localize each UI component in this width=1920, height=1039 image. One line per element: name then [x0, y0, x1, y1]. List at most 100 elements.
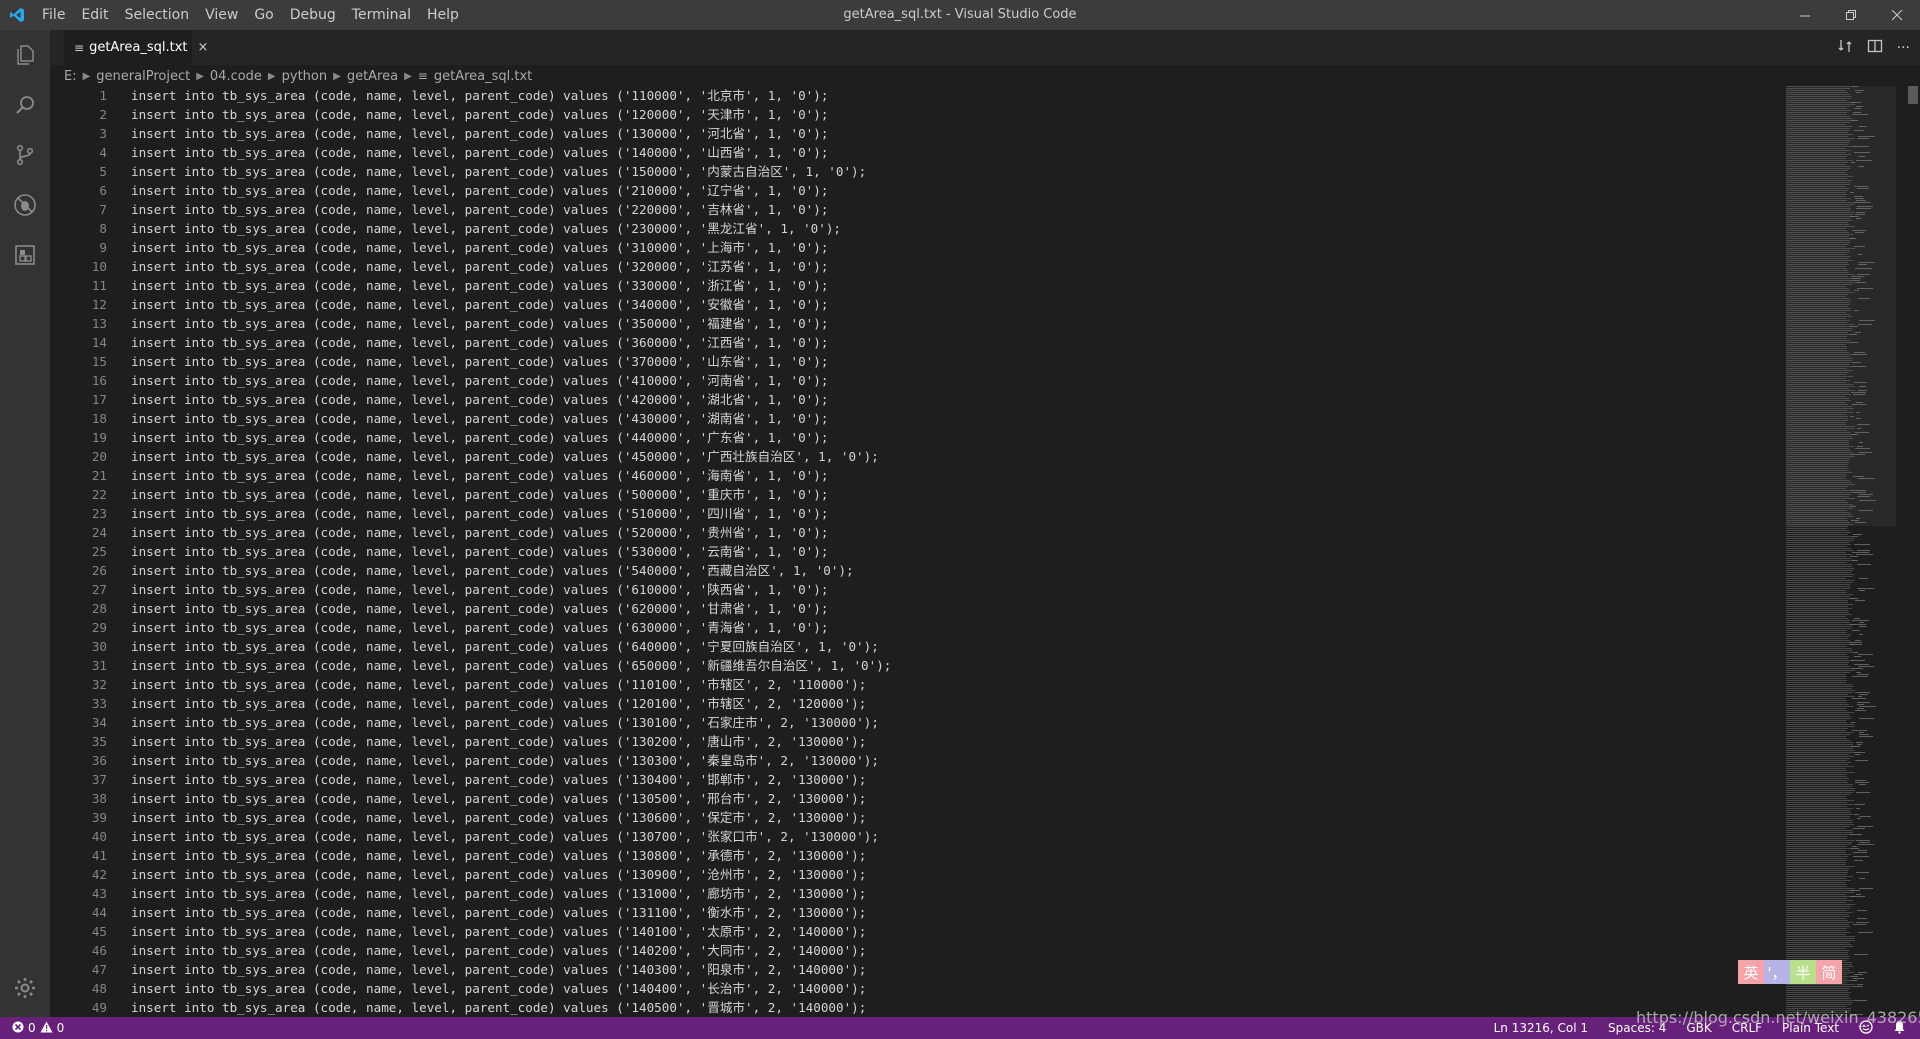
line-text[interactable]: insert into tb_sys_area (code, name, lev… [131, 390, 828, 409]
line-text[interactable]: insert into tb_sys_area (code, name, lev… [131, 903, 866, 922]
line-text[interactable]: insert into tb_sys_area (code, name, lev… [131, 485, 828, 504]
line-text[interactable]: insert into tb_sys_area (code, name, lev… [131, 865, 866, 884]
line-text[interactable]: insert into tb_sys_area (code, name, lev… [131, 314, 828, 333]
code-line[interactable]: 37 insert into tb_sys_area (code, name, l… [50, 770, 1830, 789]
debug-icon[interactable] [0, 180, 50, 230]
code-line[interactable]: 8 insert into tb_sys_area (code, name, le… [50, 219, 1830, 238]
ime-halfwidth-toggle[interactable]: 半 [1790, 960, 1816, 984]
line-text[interactable]: insert into tb_sys_area (code, name, lev… [131, 789, 866, 808]
code-line[interactable]: 6 insert into tb_sys_area (code, name, le… [50, 181, 1830, 200]
code-line[interactable]: 41 insert into tb_sys_area (code, name, l… [50, 846, 1830, 865]
code-line[interactable]: 31 insert into tb_sys_area (code, name, l… [50, 656, 1830, 675]
code-line[interactable]: 49 insert into tb_sys_area (code, name, l… [50, 998, 1830, 1016]
code-line[interactable]: 7 insert into tb_sys_area (code, name, le… [50, 200, 1830, 219]
line-text[interactable]: insert into tb_sys_area (code, name, lev… [131, 713, 879, 732]
code-line[interactable]: 3 insert into tb_sys_area (code, name, le… [50, 124, 1830, 143]
line-text[interactable]: insert into tb_sys_area (code, name, lev… [131, 352, 828, 371]
vertical-scrollbar[interactable] [1906, 86, 1920, 1016]
tab-getarea-sql[interactable]: ≡ getArea_sql.txt × [64, 30, 208, 65]
line-text[interactable]: insert into tb_sys_area (code, name, lev… [131, 276, 828, 295]
code-line[interactable]: 23 insert into tb_sys_area (code, name, l… [50, 504, 1830, 523]
minimap-slider[interactable] [1786, 86, 1896, 526]
code-line[interactable]: 9 insert into tb_sys_area (code, name, le… [50, 238, 1830, 257]
code-line[interactable]: 44 insert into tb_sys_area (code, name, l… [50, 903, 1830, 922]
line-text[interactable]: insert into tb_sys_area (code, name, lev… [131, 599, 828, 618]
code-line[interactable]: 10 insert into tb_sys_area (code, name, l… [50, 257, 1830, 276]
code-line[interactable]: 28 insert into tb_sys_area (code, name, l… [50, 599, 1830, 618]
code-line[interactable]: 35 insert into tb_sys_area (code, name, l… [50, 732, 1830, 751]
line-text[interactable]: insert into tb_sys_area (code, name, lev… [131, 732, 866, 751]
code-line[interactable]: 43 insert into tb_sys_area (code, name, l… [50, 884, 1830, 903]
code-line[interactable]: 40 insert into tb_sys_area (code, name, l… [50, 827, 1830, 846]
line-text[interactable]: insert into tb_sys_area (code, name, lev… [131, 637, 879, 656]
scrollbar-thumb[interactable] [1908, 86, 1918, 104]
menu-selection[interactable]: Selection [117, 0, 198, 30]
breadcrumb-getarea[interactable]: getArea [347, 69, 398, 84]
code-line[interactable]: 21 insert into tb_sys_area (code, name, l… [50, 466, 1830, 485]
menu-debug[interactable]: Debug [282, 0, 344, 30]
line-text[interactable]: insert into tb_sys_area (code, name, lev… [131, 428, 828, 447]
line-text[interactable]: insert into tb_sys_area (code, name, lev… [131, 143, 828, 162]
code-line[interactable]: 22 insert into tb_sys_area (code, name, l… [50, 485, 1830, 504]
code-line[interactable]: 18 insert into tb_sys_area (code, name, l… [50, 409, 1830, 428]
line-text[interactable]: insert into tb_sys_area (code, name, lev… [131, 466, 828, 485]
line-text[interactable]: insert into tb_sys_area (code, name, lev… [131, 770, 866, 789]
explorer-icon[interactable] [0, 30, 50, 80]
code-line[interactable]: 20 insert into tb_sys_area (code, name, l… [50, 447, 1830, 466]
line-text[interactable]: insert into tb_sys_area (code, name, lev… [131, 922, 866, 941]
code-line[interactable]: 47 insert into tb_sys_area (code, name, l… [50, 960, 1830, 979]
code-line[interactable]: 11 insert into tb_sys_area (code, name, l… [50, 276, 1830, 295]
menu-terminal[interactable]: Terminal [344, 0, 419, 30]
line-text[interactable]: insert into tb_sys_area (code, name, lev… [131, 580, 828, 599]
code-line[interactable]: 36 insert into tb_sys_area (code, name, l… [50, 751, 1830, 770]
code-line[interactable]: 48 insert into tb_sys_area (code, name, l… [50, 979, 1830, 998]
code-line[interactable]: 1 insert into tb_sys_area (code, name, le… [50, 86, 1830, 105]
line-text[interactable]: insert into tb_sys_area (code, name, lev… [131, 846, 866, 865]
code-line[interactable]: 45 insert into tb_sys_area (code, name, l… [50, 922, 1830, 941]
code-line[interactable]: 26 insert into tb_sys_area (code, name, l… [50, 561, 1830, 580]
code-line[interactable]: 17 insert into tb_sys_area (code, name, l… [50, 390, 1830, 409]
code-line[interactable]: 39 insert into tb_sys_area (code, name, l… [50, 808, 1830, 827]
line-text[interactable]: insert into tb_sys_area (code, name, lev… [131, 124, 828, 143]
line-text[interactable]: insert into tb_sys_area (code, name, lev… [131, 105, 828, 124]
line-text[interactable]: insert into tb_sys_area (code, name, lev… [131, 694, 866, 713]
line-text[interactable]: insert into tb_sys_area (code, name, lev… [131, 827, 879, 846]
line-text[interactable]: insert into tb_sys_area (code, name, lev… [131, 371, 828, 390]
code-editor[interactable]: 1 insert into tb_sys_area (code, name, le… [50, 86, 1830, 1016]
line-text[interactable]: insert into tb_sys_area (code, name, lev… [131, 998, 866, 1016]
code-line[interactable]: 13 insert into tb_sys_area (code, name, l… [50, 314, 1830, 333]
settings-gear-icon[interactable] [0, 963, 50, 1013]
problems-indicator[interactable]: 0 0 [0, 1021, 64, 1036]
code-line[interactable]: 32 insert into tb_sys_area (code, name, l… [50, 675, 1830, 694]
breadcrumb-04code[interactable]: 04.code [210, 69, 262, 84]
code-line[interactable]: 27 insert into tb_sys_area (code, name, l… [50, 580, 1830, 599]
line-text[interactable]: insert into tb_sys_area (code, name, lev… [131, 884, 866, 903]
extensions-icon[interactable] [0, 230, 50, 280]
line-text[interactable]: insert into tb_sys_area (code, name, lev… [131, 181, 828, 200]
line-text[interactable]: insert into tb_sys_area (code, name, lev… [131, 409, 828, 428]
breadcrumb-file[interactable]: getArea_sql.txt [434, 69, 532, 84]
close-tab-icon[interactable]: × [197, 40, 208, 55]
menu-go[interactable]: Go [246, 0, 281, 30]
code-line[interactable]: 24 insert into tb_sys_area (code, name, l… [50, 523, 1830, 542]
open-changes-icon[interactable] [1837, 38, 1853, 58]
line-text[interactable]: insert into tb_sys_area (code, name, lev… [131, 941, 866, 960]
code-line[interactable]: 2 insert into tb_sys_area (code, name, le… [50, 105, 1830, 124]
line-text[interactable]: insert into tb_sys_area (code, name, lev… [131, 960, 866, 979]
ime-english-toggle[interactable]: 英 [1738, 960, 1764, 984]
line-text[interactable]: insert into tb_sys_area (code, name, lev… [131, 979, 866, 998]
code-line[interactable]: 29 insert into tb_sys_area (code, name, l… [50, 618, 1830, 637]
breadcrumb-generalproject[interactable]: generalProject [96, 69, 190, 84]
line-text[interactable]: insert into tb_sys_area (code, name, lev… [131, 656, 891, 675]
code-line[interactable]: 42 insert into tb_sys_area (code, name, l… [50, 865, 1830, 884]
breadcrumb-python[interactable]: python [282, 69, 327, 84]
cursor-position[interactable]: Ln 13216, Col 1 [1494, 1021, 1588, 1035]
line-text[interactable]: insert into tb_sys_area (code, name, lev… [131, 618, 828, 637]
line-text[interactable]: insert into tb_sys_area (code, name, lev… [131, 238, 828, 257]
code-line[interactable]: 46 insert into tb_sys_area (code, name, l… [50, 941, 1830, 960]
line-text[interactable]: insert into tb_sys_area (code, name, lev… [131, 333, 828, 352]
line-text[interactable]: insert into tb_sys_area (code, name, lev… [131, 219, 841, 238]
menu-file[interactable]: File [34, 0, 73, 30]
line-text[interactable]: insert into tb_sys_area (code, name, lev… [131, 86, 828, 105]
line-text[interactable]: insert into tb_sys_area (code, name, lev… [131, 200, 828, 219]
